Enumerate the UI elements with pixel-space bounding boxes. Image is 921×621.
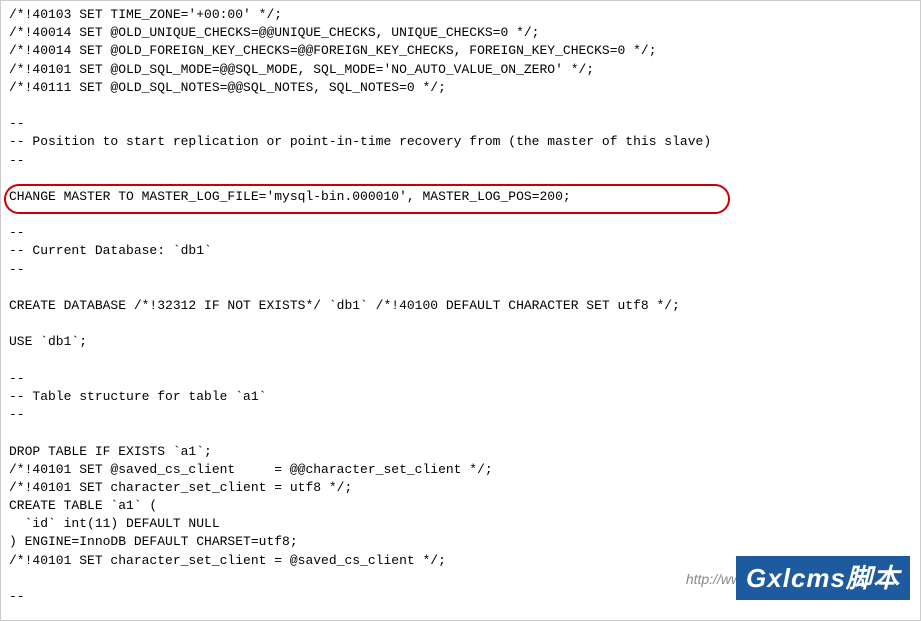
code-line (9, 424, 912, 442)
code-line (9, 206, 912, 224)
code-line: ) ENGINE=InnoDB DEFAULT CHARSET=utf8; (9, 533, 912, 551)
code-line: CREATE TABLE `a1` ( (9, 497, 912, 515)
code-line: /*!40101 SET @OLD_SQL_MODE=@@SQL_MODE, S… (9, 61, 912, 79)
code-line: /*!40014 SET @OLD_FOREIGN_KEY_CHECKS=@@F… (9, 42, 912, 60)
code-line: /*!40111 SET @OLD_SQL_NOTES=@@SQL_NOTES,… (9, 79, 912, 97)
code-line: USE `db1`; (9, 333, 912, 351)
code-line (9, 315, 912, 333)
code-line (9, 279, 912, 297)
code-line (9, 97, 912, 115)
code-line: -- Current Database: `db1` (9, 242, 912, 260)
code-line: -- (9, 115, 912, 133)
code-line: -- Table structure for table `a1` (9, 388, 912, 406)
code-line: CREATE DATABASE /*!32312 IF NOT EXISTS*/… (9, 297, 912, 315)
code-line (9, 352, 912, 370)
code-line: `id` int(11) DEFAULT NULL (9, 515, 912, 533)
code-line (9, 170, 912, 188)
code-line: DROP TABLE IF EXISTS `a1`; (9, 443, 912, 461)
code-line: CHANGE MASTER TO MASTER_LOG_FILE='mysql-… (9, 188, 912, 206)
watermark-logo: Gxlcms脚本 (736, 556, 910, 600)
code-line: -- (9, 261, 912, 279)
code-line: /*!40103 SET TIME_ZONE='+00:00' */; (9, 6, 912, 24)
code-line: /*!40101 SET @saved_cs_client = @@charac… (9, 461, 912, 479)
code-line: -- (9, 370, 912, 388)
sql-dump-content: /*!40103 SET TIME_ZONE='+00:00' */;/*!40… (9, 6, 912, 606)
code-line: /*!40101 SET character_set_client = utf8… (9, 479, 912, 497)
code-line: -- (9, 406, 912, 424)
code-line: /*!40014 SET @OLD_UNIQUE_CHECKS=@@UNIQUE… (9, 24, 912, 42)
code-line: -- (9, 152, 912, 170)
code-line: -- Position to start replication or poin… (9, 133, 912, 151)
code-line: -- (9, 224, 912, 242)
